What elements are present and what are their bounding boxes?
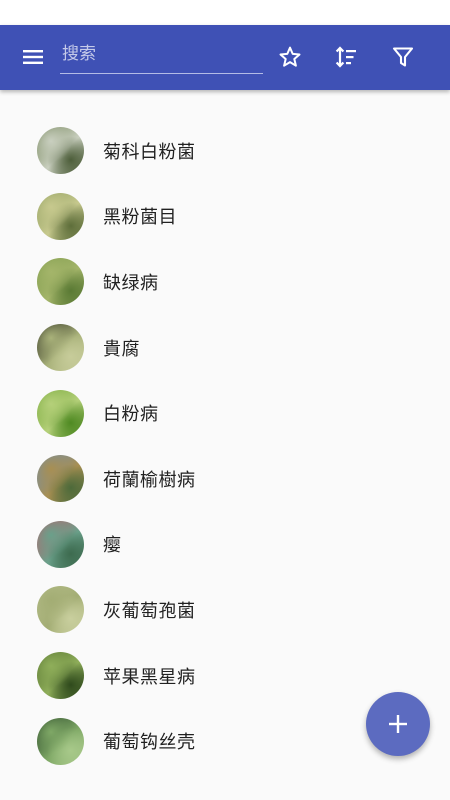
disease-list: 菊科白粉菌 黑粉菌目 缺绿病 貴腐 白粉病 荷蘭榆樹病 瘿 灰葡萄孢菌 苹果黑星… xyxy=(0,118,450,774)
item-label: 缺绿病 xyxy=(103,272,159,294)
list-item[interactable]: 貴腐 xyxy=(0,315,450,381)
thumbnail xyxy=(37,455,84,503)
thumbnail xyxy=(37,192,84,240)
list-item[interactable]: 黑粉菌目 xyxy=(0,184,450,250)
item-label: 瘿 xyxy=(103,535,122,557)
filter-button[interactable] xyxy=(383,37,423,77)
item-label: 貴腐 xyxy=(103,338,140,360)
thumbnail xyxy=(37,127,84,175)
item-label: 葡萄钩丝壳 xyxy=(103,732,196,754)
search-input[interactable] xyxy=(60,37,263,71)
sort-icon xyxy=(335,46,356,68)
list-item[interactable]: 瘿 xyxy=(0,512,450,578)
item-label: 苹果黑星病 xyxy=(103,666,196,688)
list-item[interactable]: 灰葡萄孢菌 xyxy=(0,577,450,643)
menu-icon xyxy=(23,50,43,64)
thumbnail xyxy=(37,717,84,765)
thumbnail xyxy=(37,586,84,634)
item-label: 灰葡萄孢菌 xyxy=(103,600,196,622)
list-item[interactable]: 菊科白粉菌 xyxy=(0,118,450,184)
star-outline-icon xyxy=(279,46,301,67)
status-bar xyxy=(0,0,450,25)
list-item[interactable]: 缺绿病 xyxy=(0,249,450,315)
search-field[interactable] xyxy=(60,37,263,74)
item-label: 黑粉菌目 xyxy=(103,207,177,229)
add-button[interactable] xyxy=(366,692,430,756)
list-item[interactable]: 白粉病 xyxy=(0,380,450,446)
filter-icon xyxy=(392,47,414,67)
menu-button[interactable] xyxy=(13,37,53,77)
favorites-button[interactable] xyxy=(270,37,310,77)
app-bar xyxy=(0,25,450,90)
thumbnail xyxy=(37,389,84,437)
thumbnail xyxy=(37,520,84,568)
sort-button[interactable] xyxy=(326,37,366,77)
thumbnail xyxy=(37,652,84,700)
item-label: 菊科白粉菌 xyxy=(103,141,196,163)
thumbnail xyxy=(37,324,84,372)
item-label: 白粉病 xyxy=(103,404,159,426)
list-item[interactable]: 荷蘭榆樹病 xyxy=(0,446,450,512)
plus-icon xyxy=(389,715,407,733)
item-label: 荷蘭榆樹病 xyxy=(103,469,196,491)
thumbnail xyxy=(37,258,84,306)
